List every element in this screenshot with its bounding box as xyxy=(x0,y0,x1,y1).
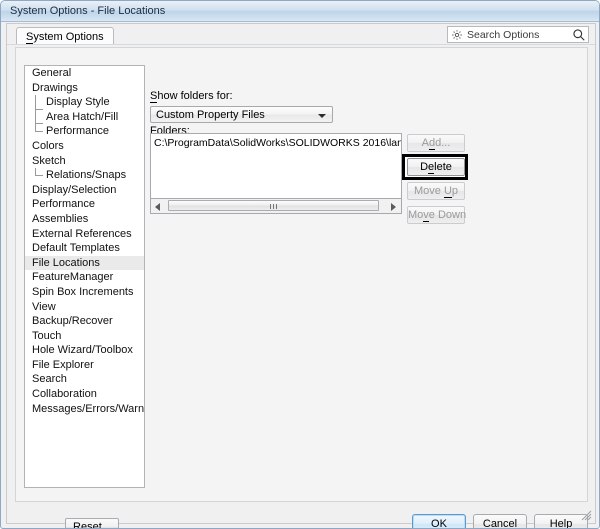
tab-strip: System Options Search Options xyxy=(7,24,595,45)
sidebar-item-relations-snaps[interactable]: Relations/Snaps xyxy=(25,168,144,183)
sidebar-item-label: Sketch xyxy=(32,155,66,167)
add-label-pre: A xyxy=(422,137,429,149)
category-list[interactable]: General Drawings Display Style Area Hatch/F… xyxy=(24,65,145,488)
sidebar-item-label: Hole Wizard/Toolbox xyxy=(32,344,133,356)
move-down-label-pre: Mo xyxy=(408,209,423,221)
sidebar-item-label: External References xyxy=(32,228,132,240)
options-panel: General Drawings Display Style Area Hatch/F… xyxy=(15,47,588,502)
sidebar-item-area-hatch-fill[interactable]: Area Hatch/Fill xyxy=(25,110,144,125)
sidebar-item-sketch[interactable]: Sketch xyxy=(25,154,144,169)
sidebar-item-messages-errors-warnings[interactable]: Messages/Errors/Warnings xyxy=(25,402,144,417)
resize-grip-icon[interactable] xyxy=(580,509,592,521)
sidebar-item-label: Performance xyxy=(46,125,109,137)
sidebar-item-label: Collaboration xyxy=(32,388,97,400)
sidebar-item-label: File Explorer xyxy=(32,359,94,371)
sidebar-item-display-style[interactable]: Display Style xyxy=(25,95,144,110)
tab-underline-rule xyxy=(7,44,595,45)
sidebar-item-label: Backup/Recover xyxy=(32,315,113,327)
list-item[interactable]: C:\ProgramData\SolidWorks\SOLIDWORKS 201… xyxy=(154,137,402,149)
search-icon[interactable] xyxy=(572,28,586,42)
sidebar-item-featuremanager[interactable]: FeatureManager xyxy=(25,270,144,285)
sidebar-item-backup-recover[interactable]: Backup/Recover xyxy=(25,314,144,329)
sidebar-item-label: Drawings xyxy=(32,82,78,94)
tree-branch-icon xyxy=(35,110,43,125)
delete-button[interactable]: Delete xyxy=(407,158,465,176)
system-options-dialog: System Options - File Locations System O… xyxy=(0,0,600,529)
sidebar-item-label: Relations/Snaps xyxy=(46,169,126,181)
sidebar-item-default-templates[interactable]: Default Templates xyxy=(25,241,144,256)
sidebar-item-search[interactable]: Search xyxy=(25,372,144,387)
sidebar-item-label: Search xyxy=(32,373,67,385)
search-input[interactable]: Search Options xyxy=(467,29,539,41)
scroll-right-arrow-icon[interactable] xyxy=(387,199,401,212)
sidebar-item-hole-wizard-toolbox[interactable]: Hole Wizard/Toolbox xyxy=(25,343,144,358)
tree-branch-icon xyxy=(35,124,43,132)
show-folders-for-value: Custom Property Files xyxy=(156,109,265,121)
sidebar-item-view[interactable]: View xyxy=(25,300,144,315)
move-up-label-post: p xyxy=(452,185,458,197)
sidebar-item-performance[interactable]: Performance xyxy=(25,197,144,212)
search-options-box[interactable]: Search Options xyxy=(447,26,589,43)
gear-icon xyxy=(451,29,463,41)
sidebar-item-external-references[interactable]: External References xyxy=(25,227,144,242)
reset-label: eset... xyxy=(81,521,111,529)
ok-button[interactable]: OK xyxy=(412,514,466,529)
tab-label: ystem Options xyxy=(33,31,103,43)
sidebar-item-label: View xyxy=(32,301,56,313)
sidebar-item-collaboration[interactable]: Collaboration xyxy=(25,387,144,402)
show-folders-label-text: how folders for: xyxy=(157,90,232,102)
sidebar-item-label: Colors xyxy=(32,140,64,152)
move-down-label-post: e Down xyxy=(429,209,466,221)
sidebar-item-label: Display/Selection xyxy=(32,184,116,196)
chevron-down-icon xyxy=(318,114,326,118)
sidebar-item-label: File Locations xyxy=(32,257,100,269)
sidebar-item-label: Area Hatch/Fill xyxy=(46,111,118,123)
folders-list[interactable]: C:\ProgramData\SolidWorks\SOLIDWORKS 201… xyxy=(150,133,402,199)
sidebar-item-colors[interactable]: Colors xyxy=(25,139,144,154)
delete-label-post: lete xyxy=(434,161,452,173)
scroll-left-arrow-icon[interactable] xyxy=(151,199,165,212)
tab-system-options[interactable]: System Options xyxy=(16,27,114,45)
dialog-client-area: System Options Search Options xyxy=(6,23,596,524)
scrollbar-thumb[interactable] xyxy=(168,200,379,211)
title-bar: System Options - File Locations xyxy=(1,1,600,22)
sidebar-item-spin-box-increments[interactable]: Spin Box Increments xyxy=(25,285,144,300)
sidebar-item-label: Default Templates xyxy=(32,242,120,254)
show-folders-for-label: Show folders for: xyxy=(150,90,233,102)
delete-label-pre: D xyxy=(420,161,428,173)
grip-lines-icon xyxy=(270,204,278,209)
move-down-button[interactable]: Move Down xyxy=(407,206,465,224)
folders-horizontal-scrollbar[interactable] xyxy=(150,199,402,214)
sidebar-item-file-explorer[interactable]: File Explorer xyxy=(25,358,144,373)
show-folders-for-dropdown[interactable]: Custom Property Files xyxy=(150,106,333,123)
triangle-left-icon xyxy=(155,203,160,211)
sidebar-item-drawings[interactable]: Drawings xyxy=(25,81,144,96)
sidebar-item-label: Display Style xyxy=(46,96,110,108)
move-up-accel-letter: U xyxy=(444,185,452,198)
triangle-right-icon xyxy=(391,203,396,211)
sidebar-item-label: General xyxy=(32,67,71,79)
window-title: System Options - File Locations xyxy=(10,5,165,17)
sidebar-item-general[interactable]: General xyxy=(25,66,144,81)
add-label-post: d... xyxy=(435,137,450,149)
tree-branch-icon xyxy=(35,168,43,176)
sidebar-item-label: Touch xyxy=(32,330,61,342)
sidebar-item-touch[interactable]: Touch xyxy=(25,329,144,344)
sidebar-item-file-locations[interactable]: File Locations xyxy=(25,256,144,271)
add-button[interactable]: Add... xyxy=(407,134,465,152)
sidebar-item-display-selection[interactable]: Display/Selection xyxy=(25,183,144,198)
reset-accel-letter: R xyxy=(73,521,81,529)
sidebar-item-label: FeatureManager xyxy=(32,271,113,283)
sidebar-item-label: Assemblies xyxy=(32,213,88,225)
cancel-button[interactable]: Cancel xyxy=(473,514,527,529)
move-up-button[interactable]: Move Up xyxy=(407,182,465,200)
sidebar-item-assemblies[interactable]: Assemblies xyxy=(25,212,144,227)
sidebar-item-label: Messages/Errors/Warnings xyxy=(32,403,145,415)
move-up-label-pre: Move xyxy=(414,185,444,197)
sidebar-item-label: Performance xyxy=(32,198,95,210)
reset-button[interactable]: Reset... xyxy=(65,518,119,529)
sidebar-item-label: Spin Box Increments xyxy=(32,286,134,298)
sidebar-item-performance[interactable]: Performance xyxy=(25,124,144,139)
tree-branch-icon xyxy=(35,95,43,110)
